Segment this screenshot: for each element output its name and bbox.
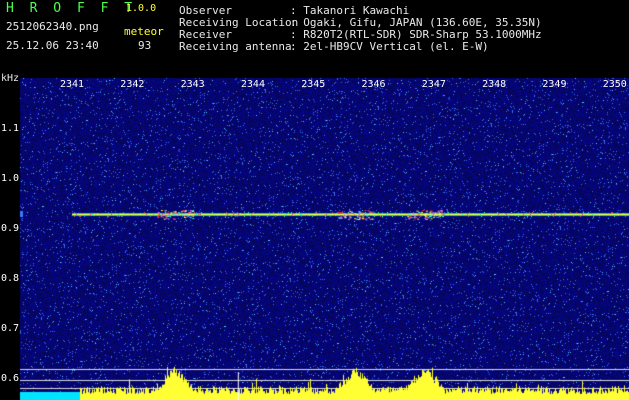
meteor-count: 93 [138,39,152,52]
app-version: 1.0.0 [126,3,157,14]
app-logo: H R O F F T [6,1,137,16]
y-tick-label: 0.6 [1,373,20,384]
y-tick-label: 0.7 [1,323,20,334]
receiver-label: Receiver [179,28,232,41]
x-tick-label: 2341 [60,79,85,90]
x-tick-label: 2347 [421,79,446,90]
x-tick-label: 2348 [482,79,507,90]
observation-datetime: 25.12.06 23:40 [6,39,99,52]
x-tick-label: 2343 [180,79,205,90]
x-tick-label: 2346 [361,79,386,90]
y-tick-label: 1.0 [1,173,20,184]
image-filename: 2512062340.png [6,20,99,33]
y-tick-label: 1.1 [1,123,20,134]
spectrogram-plot [0,70,629,400]
x-tick-label: 2342 [120,79,145,90]
y-axis-unit: kHz [1,73,20,84]
y-tick-label: 0.8 [1,273,20,284]
x-tick-label: 2350 [602,79,627,90]
location-value: : Ogaki, Gifu, JAPAN (136.60E, 35.35N) [290,16,542,29]
antenna-value: : 2el-HB9CV Vertical (el. E-W) [290,40,489,53]
x-tick-label: 2349 [542,79,567,90]
meteor-label: meteor [124,25,164,38]
location-label: Receiving Location [179,16,299,29]
y-tick-label: 0.9 [1,223,20,234]
receiver-value: : R820T2(RTL-SDR) SDR-Sharp 53.1000MHz [290,28,542,41]
observer-label: Observer [179,4,232,17]
x-tick-label: 2344 [240,79,265,90]
antenna-label: Receiving antenna [179,40,292,53]
header-panel: H R O F F T 1.0.0 2512062340.png meteor … [0,0,629,70]
x-tick-label: 2345 [301,79,326,90]
observer-value: : Takanori Kawachi [290,4,410,17]
